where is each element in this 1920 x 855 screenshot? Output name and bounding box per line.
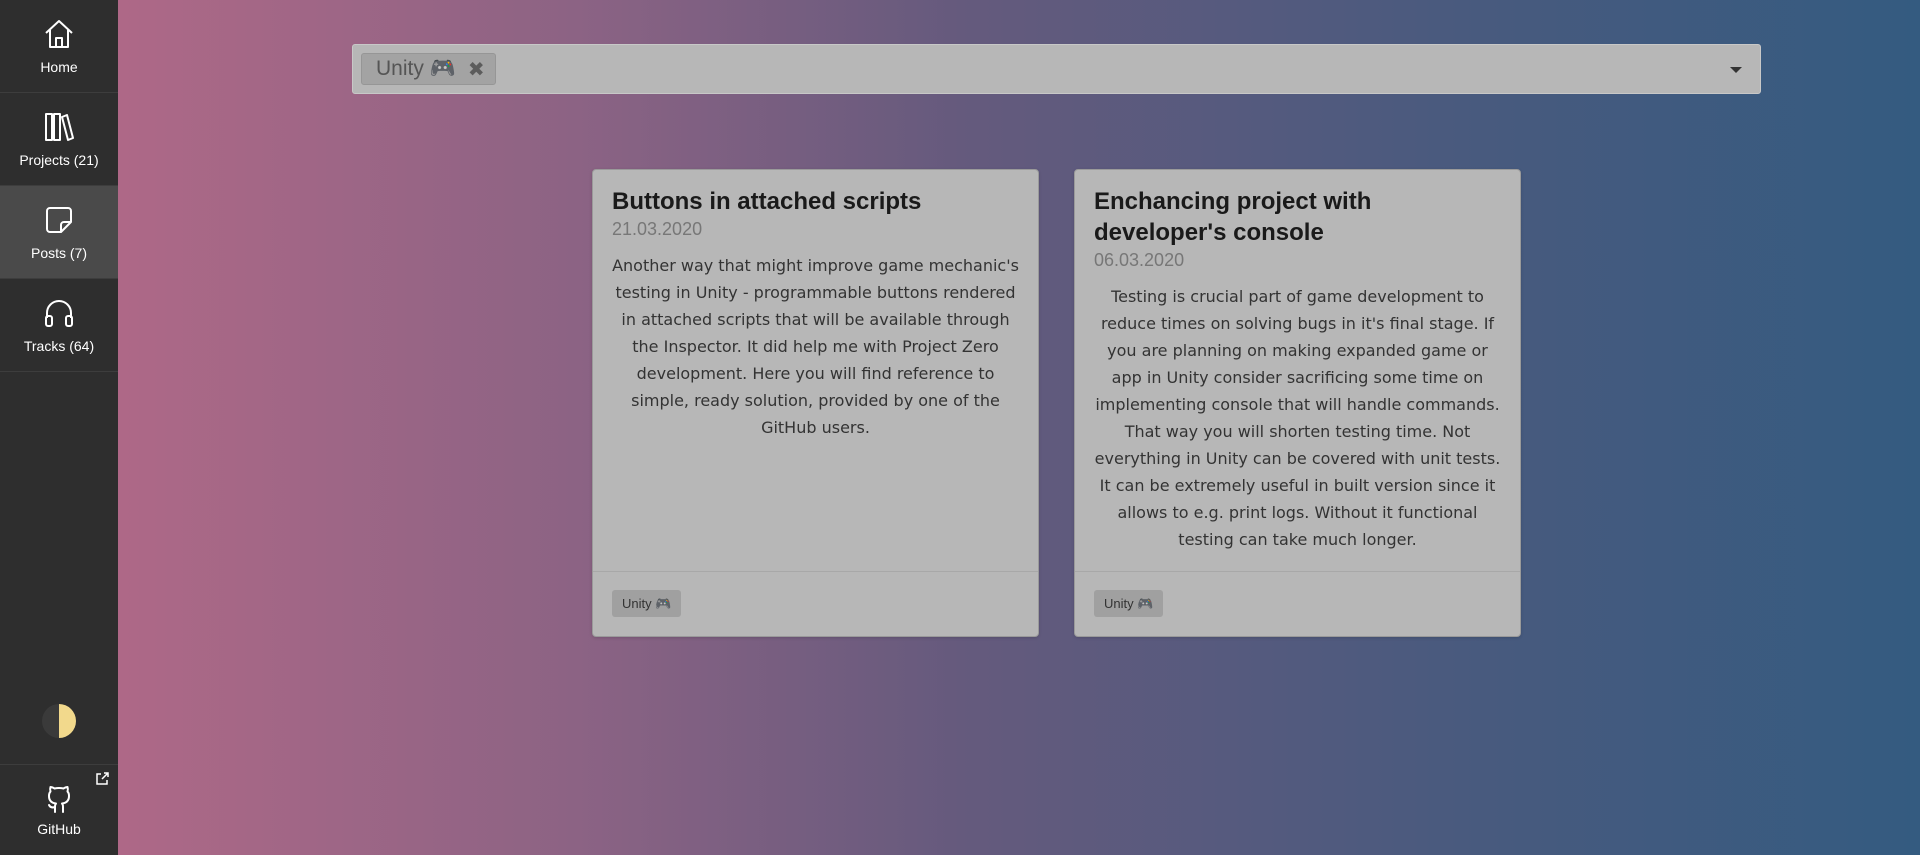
sidebar-item-tracks[interactable]: Tracks (64) bbox=[0, 279, 118, 372]
tag-filter-select[interactable]: Unity 🎮 ✖ bbox=[352, 44, 1761, 94]
books-icon bbox=[45, 113, 74, 141]
post-card-footer: Unity 🎮 bbox=[593, 571, 1038, 636]
github-link[interactable]: GitHub bbox=[0, 765, 118, 855]
post-card-body: Enchancing project with developer's cons… bbox=[1075, 170, 1520, 572]
post-excerpt: Testing is crucial part of game developm… bbox=[1094, 287, 1501, 549]
post-excerpt: Another way that might improve game mech… bbox=[612, 256, 1019, 437]
post-date: 21.03.2020 bbox=[612, 219, 703, 239]
external-link-icon bbox=[96, 772, 109, 785]
filter-chip-label: Unity 🎮 bbox=[376, 57, 456, 80]
github-label: GitHub bbox=[37, 821, 81, 837]
sticky-note-icon bbox=[46, 207, 72, 233]
post-card[interactable]: Buttons in attached scripts 21.03.2020 A… bbox=[592, 169, 1039, 637]
headphones-icon bbox=[45, 300, 73, 327]
post-card[interactable]: Enchancing project with developer's cons… bbox=[1074, 169, 1521, 637]
post-card-body: Buttons in attached scripts 21.03.2020 A… bbox=[593, 170, 1038, 572]
post-title[interactable]: Buttons in attached scripts bbox=[612, 186, 1019, 217]
github-icon bbox=[48, 786, 70, 813]
half-moon-icon bbox=[42, 703, 76, 738]
remove-chip-icon[interactable]: ✖ bbox=[468, 57, 485, 82]
sidebar: Home Projects (21) Posts (7) Tracks (64) bbox=[0, 0, 118, 855]
home-icon bbox=[45, 20, 73, 48]
sidebar-item-label: Projects (21) bbox=[19, 152, 99, 168]
post-tag[interactable]: Unity 🎮 bbox=[1094, 590, 1164, 617]
post-card-footer: Unity 🎮 bbox=[1075, 571, 1520, 636]
sidebar-item-home[interactable]: Home bbox=[0, 0, 118, 93]
chevron-down-icon[interactable] bbox=[1730, 67, 1742, 73]
post-tag[interactable]: Unity 🎮 bbox=[612, 590, 682, 617]
post-date: 06.03.2020 bbox=[1094, 250, 1185, 270]
post-title[interactable]: Enchancing project with developer's cons… bbox=[1094, 186, 1501, 248]
sidebar-item-label: Tracks (64) bbox=[23, 338, 95, 354]
sidebar-item-label: Posts (7) bbox=[30, 245, 87, 261]
filter-chip-unity: Unity 🎮 ✖ bbox=[361, 53, 496, 85]
theme-toggle[interactable] bbox=[0, 677, 118, 765]
sidebar-item-posts[interactable]: Posts (7) bbox=[0, 186, 118, 279]
sidebar-item-label: Home bbox=[40, 59, 78, 75]
sidebar-item-projects[interactable]: Projects (21) bbox=[0, 93, 118, 186]
